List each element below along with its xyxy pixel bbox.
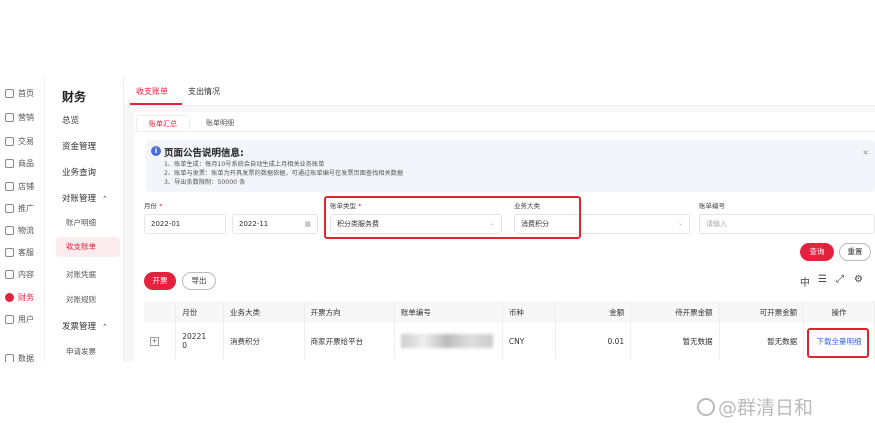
menu-item-fund[interactable]: 资金管理 (62, 140, 96, 152)
service-icon (5, 247, 14, 257)
notice-box: i 页面公告说明信息: 1、账单生成：每月10号系统会自动生成上月相关业务账单 … (146, 140, 875, 192)
content-icon (5, 269, 14, 279)
rail-item-marketing[interactable]: 营销 (5, 110, 34, 124)
rail-item-service[interactable]: 客服 (5, 245, 34, 259)
menu-sub-reconcile-rules[interactable]: 对账规则 (66, 294, 96, 305)
expand-cell: + (144, 323, 177, 359)
close-icon[interactable]: × (862, 148, 869, 157)
notice-line: 2、账单与发票：账单为开具发票的数据依据，可通过账单编号在发票页面查找相关数据 (164, 170, 404, 177)
user-icon (5, 314, 14, 324)
menu-item-business[interactable]: 业务查询 (62, 166, 96, 178)
chevron-up-icon: ⌃ (102, 195, 108, 203)
top-tabs: 收支账单 支出情况 (124, 76, 875, 106)
finance-app: 首页 营销 交易 商品 店铺 推广 物流 客服 内容 财务 用户 数据 财务 总… (0, 76, 875, 362)
store-icon (5, 181, 14, 191)
rail-item-content[interactable]: 内容 (5, 267, 34, 281)
active-tab-indicator (130, 103, 182, 105)
sub-tabs: 账单汇总 账单明细 (134, 112, 875, 132)
query-button[interactable]: 查询 (800, 243, 834, 261)
data-icon (5, 353, 14, 362)
bill-no-cell (394, 323, 503, 359)
expand-icon[interactable]: + (150, 337, 159, 346)
bill-no-input[interactable]: 请输入 (699, 214, 875, 234)
table-row: + 20221 0 消费积分 商家开票给平台 CNY 0.01 暂无数据 暂无数据… (144, 323, 875, 359)
col-available: 可开票金额 (719, 301, 805, 323)
menu-group-reconcile[interactable]: 对账管理 ⌃ (62, 192, 108, 204)
currency-cell: CNY (502, 323, 557, 359)
col-month: 月份 (175, 301, 224, 323)
col-operation: 操作 (803, 301, 875, 323)
invoice-button[interactable]: 开票 (144, 272, 176, 290)
subtab-detail[interactable]: 账单明细 (194, 115, 246, 131)
amount-cell: 0.01 (555, 323, 632, 359)
main-nav-rail: 首页 营销 交易 商品 店铺 推广 物流 客服 内容 财务 用户 数据 (0, 76, 45, 362)
promote-icon (5, 203, 14, 213)
tab-income-bill[interactable]: 收支账单 (136, 86, 168, 97)
direction-cell: 商家开票给平台 (304, 323, 395, 359)
notice-line: 1、账单生成：每月10号系统会自动生成上月相关业务账单 (164, 161, 325, 168)
col-currency: 币种 (502, 301, 557, 323)
truck-icon (5, 225, 14, 235)
tag-icon (5, 112, 14, 122)
main-content: 收支账单 支出情况 账单汇总 账单明细 i 页面公告说明信息: 1、账单生成：每… (124, 76, 875, 362)
density-icon[interactable]: 中 (800, 274, 810, 289)
month-from-input[interactable]: 2022-01 (144, 214, 226, 234)
notice-line: 3、导出条数限制：50000 条 (164, 179, 246, 186)
col-pending: 待开票金额 (630, 301, 720, 323)
col-category: 业务大类 (223, 301, 305, 323)
month-label: 月份 * (144, 202, 163, 210)
chevron-up-icon: ⌃ (102, 323, 108, 331)
pending-cell: 暂无数据 (630, 323, 720, 359)
subtab-summary[interactable]: 账单汇总 (136, 115, 190, 131)
finance-icon (5, 292, 14, 302)
menu-sub-income-bill[interactable]: 收支账单 (56, 237, 120, 257)
calendar-icon: ▦ (304, 220, 311, 228)
month-to-input[interactable]: 2022-11 ▦ (232, 214, 318, 234)
rail-item-user[interactable]: 用户 (5, 312, 34, 326)
weibo-logo-icon (697, 398, 715, 416)
goods-icon (5, 158, 14, 168)
rail-item-finance[interactable]: 财务 (5, 290, 34, 304)
notice-title: 页面公告说明信息: (164, 148, 244, 159)
month-cell: 20221 0 (175, 323, 224, 359)
tab-expense[interactable]: 支出情况 (188, 86, 220, 97)
download-highlight-box (807, 328, 869, 358)
chevron-down-icon: ⌄ (677, 220, 683, 227)
rail-item-goods[interactable]: 商品 (5, 156, 34, 170)
menu-sub-apply-invoice[interactable]: 申请发票 (66, 346, 96, 357)
fullscreen-icon[interactable]: ⤢ (836, 274, 844, 285)
highlight-box (324, 196, 581, 239)
rail-item-logistics[interactable]: 物流 (5, 223, 34, 237)
expand-col (144, 301, 177, 323)
home-icon (5, 88, 14, 98)
watermark: @群清日和 (697, 393, 813, 420)
col-amount: 金额 (555, 301, 632, 323)
bill-table: 月份 业务大类 开票方向 账单编号 币种 金额 待开票金额 可开票金额 操作 +… (144, 301, 875, 359)
columns-icon[interactable]: ☰ (818, 274, 827, 285)
export-button[interactable]: 导出 (182, 272, 216, 290)
finance-menu: 财务 总览 资金管理 业务查询 对账管理 ⌃ 账户明细 收支账单 对账凭据 对账规… (46, 76, 124, 362)
reset-button[interactable]: 重置 (839, 243, 871, 261)
available-cell: 暂无数据 (719, 323, 805, 359)
menu-sub-reconcile-voucher[interactable]: 对账凭据 (66, 269, 96, 280)
rail-item-trade[interactable]: 交易 (5, 134, 34, 148)
rail-item-home[interactable]: 首页 (5, 86, 34, 100)
info-icon: i (151, 146, 161, 156)
blurred-bill-number (400, 334, 493, 348)
menu-sub-account-detail[interactable]: 账户明细 (66, 217, 96, 228)
menu-group-invoice[interactable]: 发票管理 ⌃ (62, 320, 108, 332)
menu-item-overview[interactable]: 总览 (62, 114, 79, 126)
settings-icon[interactable]: ⚙ (854, 274, 863, 285)
category-cell: 消费积分 (223, 323, 305, 359)
menu-title: 财务 (62, 90, 87, 104)
col-direction: 开票方向 (304, 301, 395, 323)
col-bill-no: 账单编号 (394, 301, 503, 323)
rail-item-store[interactable]: 店铺 (5, 179, 34, 193)
rail-item-promote[interactable]: 推广 (5, 201, 34, 215)
trade-icon (5, 136, 14, 146)
rail-item-data[interactable]: 数据 (5, 351, 34, 362)
bill-no-label: 账单编号 (699, 202, 725, 210)
table-header-row: 月份 业务大类 开票方向 账单编号 币种 金额 待开票金额 可开票金额 操作 (144, 301, 875, 323)
